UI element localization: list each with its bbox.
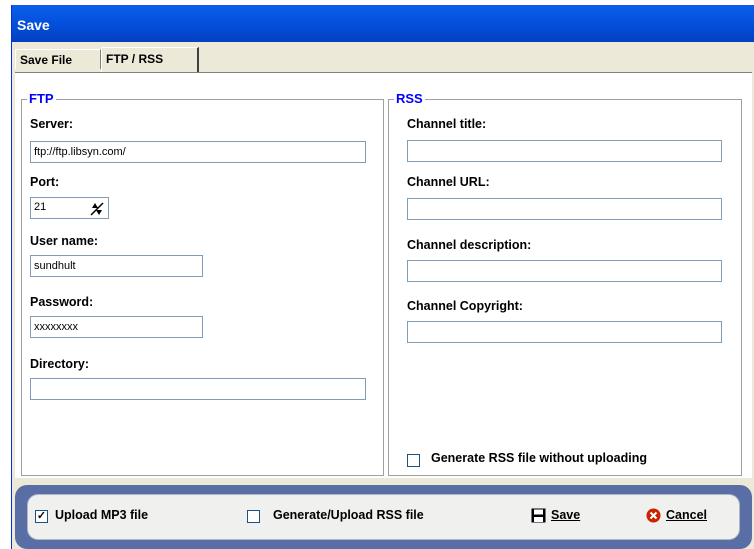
- save-dialog: Save Save File FTP / RSS FTP Server: Por…: [11, 5, 754, 549]
- username-label: User name:: [30, 234, 99, 248]
- tab-panel-ftp-rss: FTP Server: Port: 21 User name: Password…: [15, 72, 752, 478]
- directory-input[interactable]: [30, 378, 366, 400]
- cancel-button[interactable]: Cancel: [642, 501, 732, 531]
- footer-bar: ✓ Upload MP3 file Generate/Upload RSS fi…: [15, 485, 752, 549]
- upload-rss-checkbox[interactable]: [247, 510, 260, 523]
- channel-title-label: Channel title:: [407, 117, 487, 131]
- footer-panel: ✓ Upload MP3 file Generate/Upload RSS fi…: [28, 495, 739, 539]
- username-input[interactable]: [30, 255, 203, 277]
- window-title: Save: [17, 17, 50, 33]
- tab-ftp-rss[interactable]: FTP / RSS: [101, 47, 199, 73]
- password-label: Password:: [30, 295, 94, 309]
- generate-rss-without-upload-checkbox[interactable]: [407, 454, 420, 467]
- rss-legend: RSS: [394, 91, 425, 106]
- channel-copyright-input[interactable]: [407, 321, 722, 343]
- floppy-disk-icon: [531, 508, 546, 523]
- title-bar[interactable]: Save: [12, 5, 754, 42]
- server-input[interactable]: [30, 141, 366, 163]
- channel-url-input[interactable]: [407, 198, 722, 220]
- channel-description-input[interactable]: [407, 260, 722, 282]
- save-button[interactable]: Save: [526, 501, 616, 531]
- port-spinner[interactable]: 21: [30, 197, 109, 219]
- port-value: 21: [34, 201, 47, 213]
- channel-url-label: Channel URL:: [407, 175, 490, 189]
- ftp-legend: FTP: [27, 91, 56, 106]
- spin-arrows-icon[interactable]: [88, 200, 106, 218]
- generate-rss-without-upload-label: Generate RSS file without uploading: [431, 451, 647, 465]
- cancel-label: Cancel: [666, 508, 707, 522]
- upload-rss-label: Generate/Upload RSS file: [273, 508, 424, 522]
- ftp-group: FTP Server: Port: 21 User name: Password…: [21, 91, 384, 476]
- tab-save-file[interactable]: Save File: [15, 49, 101, 69]
- upload-mp3-label: Upload MP3 file: [55, 508, 149, 522]
- channel-title-input[interactable]: [407, 140, 722, 162]
- port-label: Port:: [30, 175, 60, 189]
- channel-description-label: Channel description:: [407, 238, 532, 252]
- directory-label: Directory:: [30, 357, 90, 371]
- save-label: Save: [551, 508, 581, 522]
- upload-mp3-checkbox[interactable]: ✓: [35, 510, 48, 523]
- cancel-x-icon: [646, 508, 661, 523]
- server-label: Server:: [30, 117, 74, 131]
- channel-copyright-label: Channel Copyright:: [407, 299, 523, 313]
- password-input[interactable]: [30, 316, 203, 338]
- rss-group: RSS Channel title: Channel URL: Channel …: [388, 91, 742, 476]
